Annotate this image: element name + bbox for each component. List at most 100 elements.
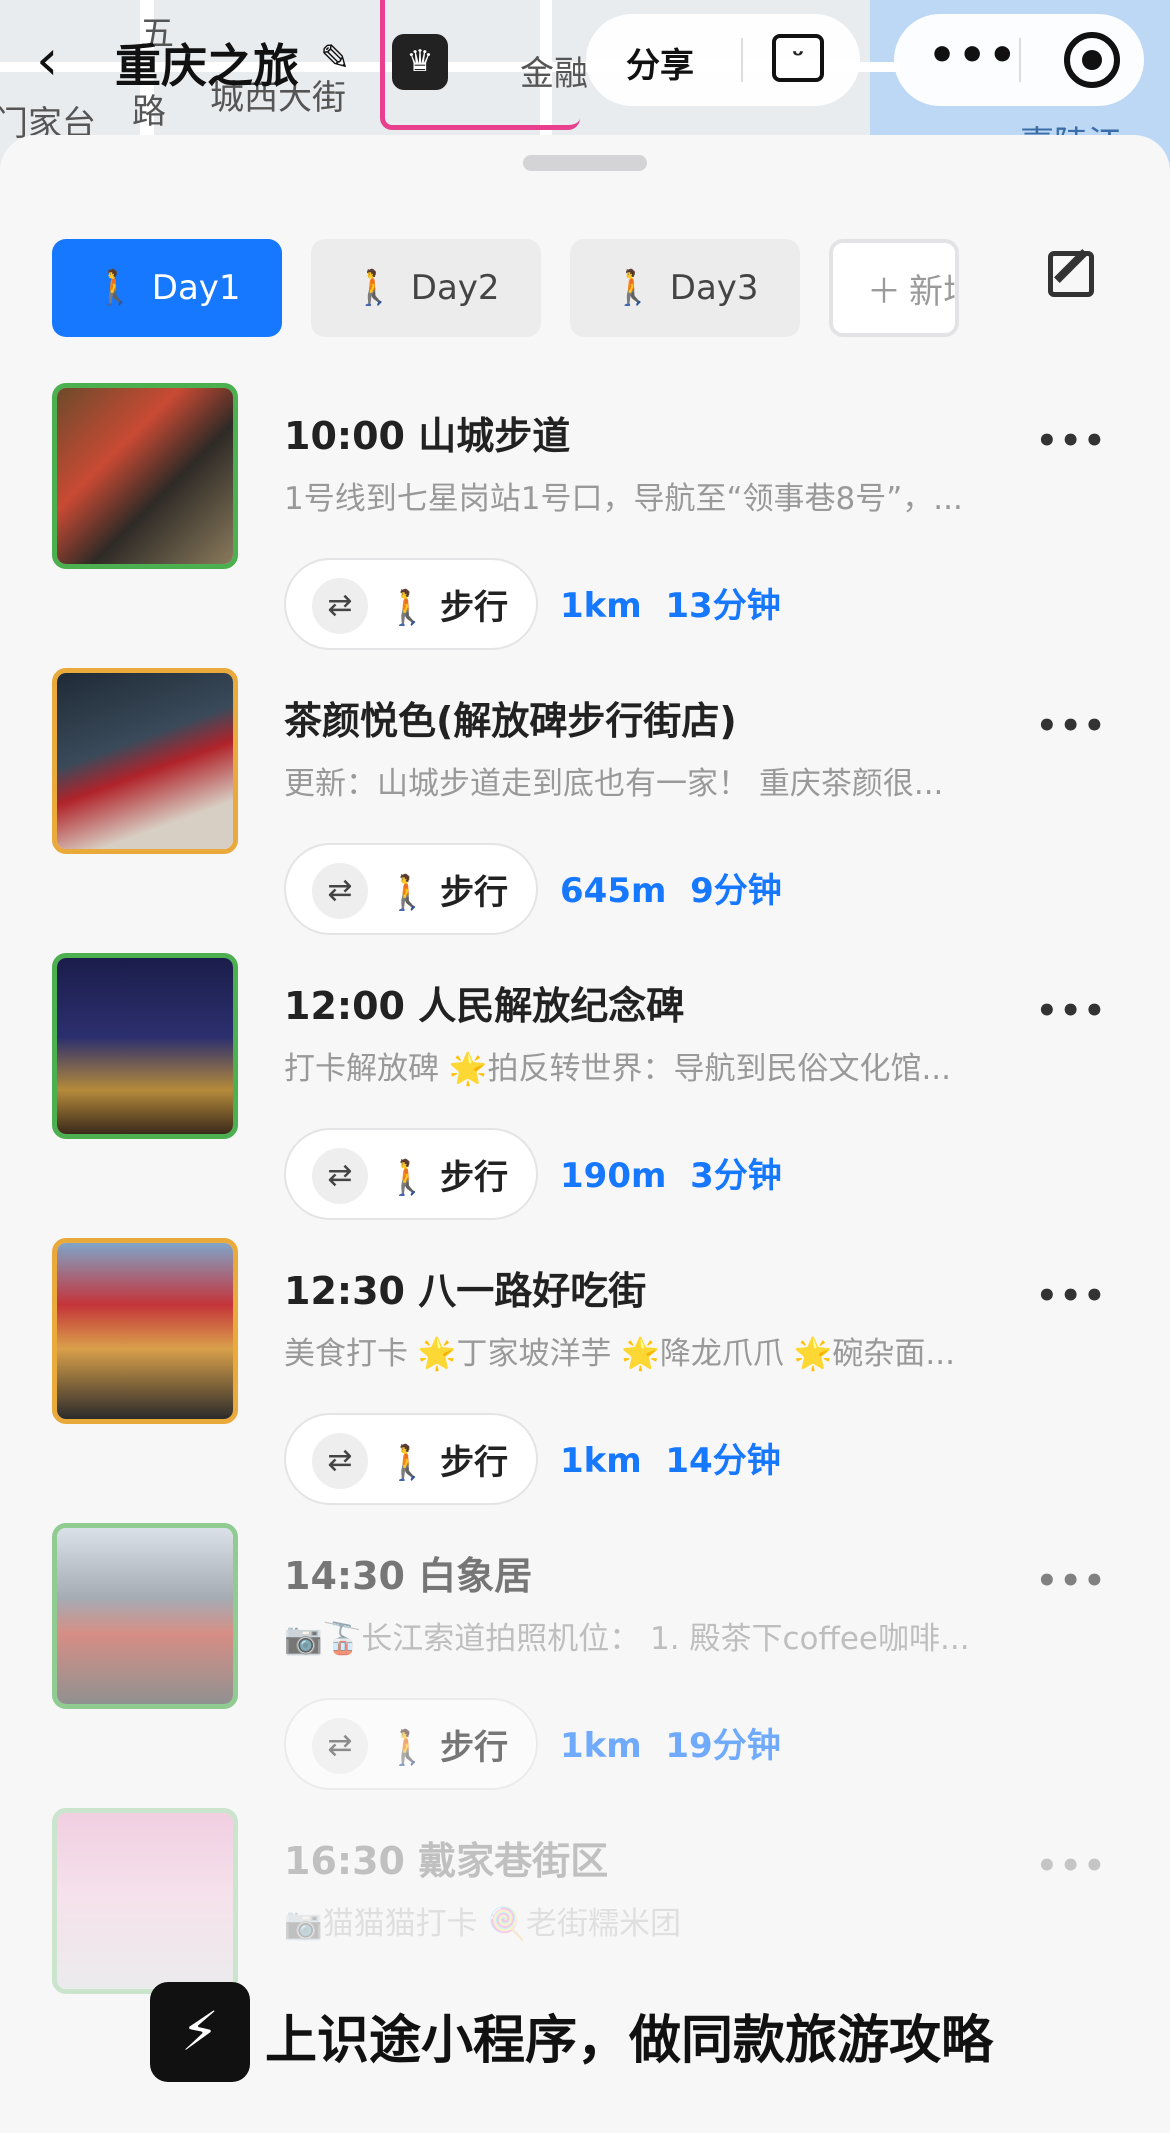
- place-photo: [57, 388, 233, 564]
- transport-mode-button[interactable]: ⇄ 🚶 步行: [284, 1413, 538, 1505]
- list-item[interactable]: 10:00 山城步道 1号线到七星岗站1号口，导航至“领事巷8号”，... ••…: [0, 383, 1170, 668]
- mode-label: 步行: [440, 1158, 509, 1198]
- promo-text: 上识途小程序，做同款旅游攻略: [265, 2011, 994, 2071]
- tab-label: Day3: [669, 268, 759, 308]
- distance: 1km: [560, 586, 642, 626]
- item-title: 16:30 戴家巷街区: [284, 1839, 609, 1883]
- walker-icon: 🚶: [352, 268, 395, 308]
- item-description: 📷🚡长江索道拍照机位： 1. 殿茶下coffee咖啡...: [284, 1621, 970, 1657]
- walk-mode: 🚶 步行: [386, 1150, 508, 1199]
- distance: 1km: [560, 1726, 642, 1766]
- divider: [1019, 38, 1021, 82]
- back-icon[interactable]: ‹: [36, 28, 58, 93]
- walker-icon: 🚶: [386, 1443, 441, 1483]
- edit-title-icon[interactable]: ✎: [320, 38, 350, 79]
- mode-label: 步行: [440, 1728, 509, 1768]
- distance: 645m: [560, 871, 667, 911]
- item-description: 美食打卡 🌟丁家坡洋芋 🌟降龙爪爪 🌟碗杂面...: [284, 1336, 955, 1372]
- duration: 9分钟: [690, 871, 782, 911]
- edit-icon[interactable]: [1048, 251, 1094, 297]
- divider: [741, 38, 743, 82]
- more-options-icon[interactable]: •••: [1036, 1846, 1107, 1886]
- share-capsule: 分享 ᵕ: [586, 14, 860, 106]
- list-item[interactable]: 12:00 人民解放纪念碑 打卡解放碑 🌟拍反转世界：导航到民俗文化馆... •…: [0, 953, 1170, 1238]
- swap-icon: ⇄: [312, 1718, 368, 1774]
- duration: 14分钟: [665, 1441, 781, 1481]
- transport-mode-button[interactable]: ⇄ 🚶 步行: [284, 1128, 538, 1220]
- walk-mode: 🚶 步行: [386, 1435, 508, 1484]
- list-fade: [0, 2103, 1170, 2133]
- more-options-icon[interactable]: •••: [1036, 421, 1107, 461]
- itinerary-sheet: 🚶 Day1 🚶 Day2 🚶 Day3 ＋ 新增 10:00 山城步道 1号线…: [0, 135, 1170, 2133]
- transport-mode-button[interactable]: ⇄ 🚶 步行: [284, 1698, 538, 1790]
- more-options-icon[interactable]: •••: [1036, 706, 1107, 746]
- list-item[interactable]: 茶颜悦色(解放碑步行街店) 更新：山城步道走到底也有一家！ 重庆茶颜很... •…: [0, 668, 1170, 953]
- walker-icon: 🚶: [386, 1158, 441, 1198]
- route-info: 1km 14分钟: [560, 1433, 781, 1482]
- list-item[interactable]: 12:30 八一路好吃街 美食打卡 🌟丁家坡洋芋 🌟降龙爪爪 🌟碗杂面... •…: [0, 1238, 1170, 1523]
- crown-icon[interactable]: ♛: [392, 34, 448, 90]
- close-miniprogram-icon[interactable]: [1064, 32, 1120, 88]
- walker-icon: 🚶: [611, 268, 654, 308]
- swap-icon: ⇄: [312, 1148, 368, 1204]
- place-thumbnail[interactable]: [52, 1523, 238, 1709]
- walker-icon: 🚶: [386, 873, 441, 913]
- walker-icon: 🚶: [93, 268, 136, 308]
- more-options-icon[interactable]: •••: [1036, 1276, 1107, 1316]
- tab-day2[interactable]: 🚶 Day2: [311, 239, 541, 337]
- promo-banner[interactable]: ⚡ 上识途小程序，做同款旅游攻略: [0, 1960, 1170, 2100]
- transport-mode-button[interactable]: ⇄ 🚶 步行: [284, 843, 538, 935]
- miniprogram-capsule: •••: [894, 14, 1144, 106]
- place-photo: [57, 958, 233, 1134]
- tab-day3[interactable]: 🚶 Day3: [570, 239, 800, 337]
- place-thumbnail[interactable]: [52, 383, 238, 569]
- more-icon[interactable]: •••: [928, 30, 1018, 81]
- app-logo-icon: ⚡: [150, 1982, 250, 2082]
- plus-icon: ＋: [867, 271, 901, 312]
- walker-icon: 🚶: [386, 1728, 441, 1768]
- more-options-icon[interactable]: •••: [1036, 991, 1107, 1031]
- route-info: 1km 19分钟: [560, 1718, 781, 1767]
- route-info: 645m 9分钟: [560, 863, 782, 912]
- day-tabs: 🚶 Day1 🚶 Day2 🚶 Day3 ＋ 新增: [52, 239, 962, 337]
- list-item[interactable]: 14:30 白象居 📷🚡长江索道拍照机位： 1. 殿茶下coffee咖啡... …: [0, 1523, 1170, 1808]
- duration: 3分钟: [690, 1156, 782, 1196]
- page-title: 重庆之旅: [115, 39, 299, 93]
- tab-day1[interactable]: 🚶 Day1: [52, 239, 282, 337]
- tab-add-day[interactable]: ＋ 新增: [829, 239, 959, 337]
- place-thumbnail[interactable]: [52, 953, 238, 1139]
- mode-label: 步行: [440, 1443, 509, 1483]
- item-title: 12:30 八一路好吃街: [284, 1269, 647, 1313]
- duration: 19分钟: [665, 1726, 781, 1766]
- place-photo: [57, 1528, 233, 1704]
- item-description: 📷猫猫猫打卡 🍭老街糯米团: [284, 1906, 682, 1942]
- place-photo: [57, 1243, 233, 1419]
- swap-icon: ⇄: [312, 1433, 368, 1489]
- place-photo: [57, 673, 233, 849]
- route-info: 190m 3分钟: [560, 1148, 782, 1197]
- share-button[interactable]: 分享: [626, 38, 694, 87]
- place-thumbnail[interactable]: [52, 1238, 238, 1424]
- item-title: 10:00 山城步道: [284, 414, 571, 458]
- item-title: 14:30 白象居: [284, 1554, 533, 1598]
- item-description: 打卡解放碑 🌟拍反转世界：导航到民俗文化馆...: [284, 1051, 952, 1087]
- more-options-icon[interactable]: •••: [1036, 1561, 1107, 1601]
- walk-mode: 🚶 步行: [386, 865, 508, 914]
- distance: 190m: [560, 1156, 667, 1196]
- walker-icon: 🚶: [386, 588, 441, 628]
- tab-label: 新增: [909, 271, 955, 312]
- distance: 1km: [560, 1441, 642, 1481]
- duration: 13分钟: [665, 586, 781, 626]
- tab-label: Day2: [410, 268, 500, 308]
- item-title: 茶颜悦色(解放碑步行街店): [284, 699, 737, 743]
- swap-icon: ⇄: [312, 863, 368, 919]
- item-title: 12:00 人民解放纪念碑: [284, 984, 685, 1028]
- drag-handle[interactable]: [523, 155, 647, 171]
- transport-mode-button[interactable]: ⇄ 🚶 步行: [284, 558, 538, 650]
- route-info: 1km 13分钟: [560, 578, 781, 627]
- feedback-icon[interactable]: ᵕ: [772, 34, 824, 82]
- place-thumbnail[interactable]: [52, 668, 238, 854]
- item-description: 1号线到七星岗站1号口，导航至“领事巷8号”，...: [284, 481, 963, 517]
- top-bar: ‹ 重庆之旅 ✎ ♛ 分享 ᵕ •••: [0, 0, 1170, 120]
- walk-mode: 🚶 步行: [386, 1720, 508, 1769]
